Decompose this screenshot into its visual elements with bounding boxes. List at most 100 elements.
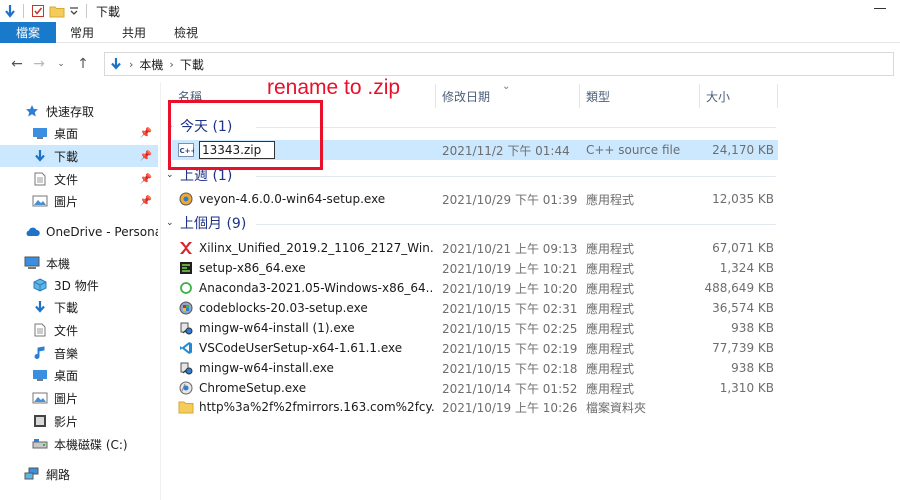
group-label: 上個月 (9)	[180, 216, 247, 232]
nav-label: 圖片	[54, 194, 79, 209]
nav-label: 文件	[54, 323, 79, 338]
column-header-type[interactable]: 類型	[580, 84, 700, 108]
nav-label: 桌面	[54, 126, 79, 141]
file-row[interactable]: VSCodeUserSetup-x64-1.61.1.exe 2021/10/1…	[172, 338, 778, 358]
3d-objects-icon	[32, 277, 48, 293]
nav-item-pc-downloads[interactable]: 下載	[0, 296, 158, 318]
file-type: 應用程式	[586, 321, 635, 336]
breadcrumb-downloads[interactable]: 下載	[180, 56, 204, 73]
download-icon	[32, 148, 48, 164]
video-icon	[32, 413, 48, 429]
tab-home[interactable]: 常用	[56, 22, 108, 43]
file-date: 2021/10/21 上午 09:13	[442, 241, 578, 256]
back-arrow-icon[interactable]: ←	[6, 53, 28, 75]
file-type: 應用程式	[586, 381, 635, 396]
file-row[interactable]: ChromeSetup.exe 2021/10/14 下午 01:52 應用程式…	[172, 378, 778, 398]
file-name: http%3a%2f%2fmirrors.163.com%2fcy...	[199, 400, 434, 414]
file-row[interactable]: veyon-4.6.0.0-win64-setup.exe 2021/10/29…	[172, 189, 778, 209]
nav-item-videos[interactable]: 影片	[0, 410, 158, 432]
forward-arrow-icon[interactable]: →	[28, 53, 50, 75]
new-folder-icon[interactable]	[49, 4, 65, 18]
separator	[86, 4, 87, 18]
nav-item-desktop[interactable]: 桌面 📌	[0, 122, 158, 144]
nav-item-music[interactable]: 音樂	[0, 342, 158, 364]
nav-label: 圖片	[54, 391, 79, 406]
installer-app-icon	[178, 360, 194, 376]
tab-file[interactable]: 檔案	[0, 22, 57, 43]
minimize-icon[interactable]	[874, 8, 886, 9]
column-label: 修改日期	[442, 89, 491, 104]
pin-icon[interactable]: 📌	[140, 174, 152, 185]
nav-label: 本機磁碟 (C:)	[54, 437, 128, 452]
file-name-cell: setup-x86_64.exe	[178, 258, 434, 278]
file-date: 2021/10/14 下午 01:52	[442, 381, 578, 396]
download-icon	[111, 58, 121, 70]
tab-share[interactable]: 共用	[108, 22, 160, 43]
nav-item-documents[interactable]: 文件 📌	[0, 168, 158, 190]
address-bar[interactable]: › 本機 › 下載	[104, 52, 894, 76]
file-row[interactable]: setup-x86_64.exe 2021/10/19 上午 10:21 應用程…	[172, 258, 778, 278]
annotation-text: rename to .zip	[267, 76, 401, 99]
nav-quick-access[interactable]: 快速存取	[0, 100, 158, 122]
column-header-date[interactable]: 修改日期 ⌄	[436, 81, 580, 108]
file-type: 應用程式	[586, 341, 635, 356]
file-size: 1,324 KB	[719, 261, 774, 275]
nav-item-pc-documents[interactable]: 文件	[0, 319, 158, 341]
file-size	[702, 397, 774, 417]
nav-label: 本機	[46, 256, 71, 271]
nav-onedrive[interactable]: OneDrive - Personal	[0, 221, 158, 243]
file-row[interactable]: codeblocks-20.03-setup.exe 2021/10/15 下午…	[172, 298, 778, 318]
file-size: 938 KB	[731, 361, 774, 375]
pin-icon[interactable]: 📌	[140, 196, 152, 207]
file-row[interactable]: http%3a%2f%2fmirrors.163.com%2fcy... 202…	[172, 397, 778, 417]
nav-label: 下載	[54, 149, 79, 164]
nav-item-downloads[interactable]: 下載 📌	[0, 145, 158, 167]
file-date: 2021/10/15 下午 02:19	[442, 341, 578, 356]
recent-dropdown-icon[interactable]: ⌄	[50, 53, 72, 75]
group-divider	[256, 176, 776, 177]
nav-label: 下載	[54, 300, 79, 315]
download-icon	[32, 299, 48, 315]
picture-icon	[32, 390, 48, 406]
breadcrumb-this-pc[interactable]: 本機	[139, 56, 163, 73]
file-row[interactable]: mingw-w64-install (1).exe 2021/10/15 下午 …	[172, 318, 778, 338]
nav-label: 3D 物件	[54, 278, 99, 293]
pane-divider[interactable]	[160, 82, 161, 500]
file-row[interactable]: mingw-w64-install.exe 2021/10/15 下午 02:1…	[172, 358, 778, 378]
document-icon	[32, 322, 48, 338]
column-header-size[interactable]: 大小	[700, 84, 778, 108]
music-icon	[32, 345, 48, 361]
nav-network[interactable]: 網路	[0, 463, 158, 485]
star-icon	[24, 103, 40, 119]
properties-icon[interactable]	[31, 4, 45, 18]
group-header-last-month[interactable]: ⌄ 上個月 (9)	[166, 212, 246, 234]
computer-icon	[24, 255, 40, 271]
file-type: 應用程式	[586, 361, 635, 376]
column-label: 類型	[586, 89, 611, 104]
file-row[interactable]: Xilinx_Unified_2019.2_1106_2127_Win... 2…	[172, 238, 778, 258]
up-arrow-icon[interactable]: ↑	[72, 53, 94, 75]
breadcrumb-separator[interactable]: ›	[129, 58, 133, 71]
nav-item-local-disk[interactable]: 本機磁碟 (C:)	[0, 433, 158, 455]
file-type: 應用程式	[586, 241, 635, 256]
file-size: 488,649 KB	[704, 281, 774, 295]
separator	[23, 4, 24, 18]
file-date: 2021/11/2 下午 01:44	[442, 143, 570, 158]
pin-icon[interactable]: 📌	[140, 128, 152, 139]
nav-this-pc[interactable]: 本機	[0, 252, 158, 274]
cloud-icon	[24, 224, 40, 240]
pin-icon[interactable]: 📌	[140, 151, 152, 162]
nav-item-pc-desktop[interactable]: 桌面	[0, 364, 158, 386]
down-arrow-icon[interactable]	[4, 4, 16, 18]
breadcrumb-separator[interactable]: ›	[169, 58, 173, 71]
nav-item-3d-objects[interactable]: 3D 物件	[0, 274, 158, 296]
desktop-icon	[32, 125, 48, 141]
tab-view[interactable]: 檢視	[160, 22, 212, 43]
dropdown-icon[interactable]	[69, 6, 79, 16]
nav-item-pictures[interactable]: 圖片 📌	[0, 190, 158, 212]
nav-item-pc-pictures[interactable]: 圖片	[0, 387, 158, 409]
nav-label: 文件	[54, 172, 79, 187]
file-size: 24,170 KB	[712, 143, 774, 157]
file-row[interactable]: Anaconda3-2021.05-Windows-x86_64... 2021…	[172, 278, 778, 298]
file-type: 應用程式	[586, 192, 635, 207]
